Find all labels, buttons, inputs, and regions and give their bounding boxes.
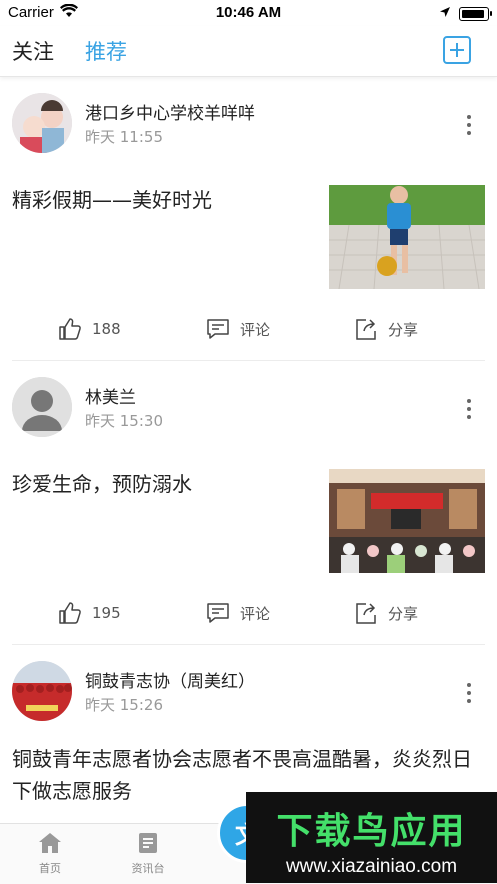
watermark-title: 下载鸟应用: [276, 811, 467, 852]
share-icon: [356, 319, 376, 340]
location-arrow-icon: [439, 5, 451, 22]
tab-news-label: 资讯台: [131, 862, 165, 875]
post-author[interactable]: 林美兰: [85, 383, 136, 408]
tab-recommend[interactable]: 推荐: [85, 36, 127, 66]
avatar[interactable]: [12, 93, 72, 153]
comment-label: 评论: [240, 604, 271, 623]
post-title[interactable]: 珍爱生命，预防溺水: [12, 469, 312, 499]
post-actions: 195 评论 分享: [12, 601, 485, 631]
post-title[interactable]: 精彩假期——美好时光: [12, 185, 312, 215]
add-icon[interactable]: [443, 36, 471, 64]
clock: 10:46 AM: [215, 4, 282, 21]
like-button[interactable]: 188: [58, 317, 121, 341]
share-icon: [356, 603, 376, 624]
like-count: 188: [92, 320, 121, 338]
watermark-url: www.xiazainiao.com: [285, 856, 458, 877]
tab-home[interactable]: 首页: [20, 832, 80, 876]
share-label: 分享: [388, 604, 419, 623]
like-button[interactable]: 195: [58, 601, 121, 625]
post-time: 昨天 15:30: [85, 412, 163, 430]
comment-icon: [207, 319, 229, 339]
thumbs-up-icon: [59, 602, 81, 624]
watermark-banner: 下载鸟应用 www.xiazainiao.com: [246, 792, 497, 883]
tab-news[interactable]: 资讯台: [118, 832, 178, 876]
share-label: 分享: [388, 320, 419, 339]
share-button[interactable]: 分享: [354, 601, 418, 625]
share-button[interactable]: 分享: [354, 317, 418, 341]
like-count: 195: [92, 604, 121, 622]
tab-follow[interactable]: 关注: [12, 36, 54, 66]
feed-item[interactable]: 港口乡中心学校羊咩咩 昨天 11:55 精彩假期——美好时光 188 评论 分享: [12, 77, 485, 361]
post-time: 昨天 11:55: [85, 128, 163, 146]
status-bar: Carrier 10:46 AM: [0, 0, 497, 26]
comment-button[interactable]: 评论: [206, 317, 270, 341]
battery-icon: [459, 7, 492, 21]
more-options-icon[interactable]: [467, 115, 471, 135]
comment-button[interactable]: 评论: [206, 601, 270, 625]
post-time: 昨天 15:26: [85, 696, 163, 714]
comment-label: 评论: [240, 320, 271, 339]
feed-item[interactable]: 林美兰 昨天 15:30 珍爱生命，预防溺水 195 评论 分享: [12, 361, 485, 645]
post-author[interactable]: 铜鼓青志协（周美红）: [85, 667, 255, 692]
news-icon: [139, 833, 157, 853]
home-icon: [39, 833, 61, 853]
avatar[interactable]: [12, 377, 72, 437]
feed-list: 港口乡中心学校羊咩咩 昨天 11:55 精彩假期——美好时光 188 评论 分享…: [0, 77, 497, 845]
post-actions: 188 评论 分享: [12, 317, 485, 347]
comment-icon: [207, 603, 229, 623]
post-author[interactable]: 港口乡中心学校羊咩咩: [85, 99, 255, 124]
thumbs-up-icon: [59, 318, 81, 340]
post-thumbnail[interactable]: [329, 185, 485, 289]
top-nav: 关注 推荐: [0, 26, 497, 77]
more-options-icon[interactable]: [467, 683, 471, 703]
tab-home-label: 首页: [39, 862, 61, 875]
avatar[interactable]: [12, 661, 72, 721]
more-options-icon[interactable]: [467, 399, 471, 419]
post-thumbnail[interactable]: [329, 469, 485, 573]
